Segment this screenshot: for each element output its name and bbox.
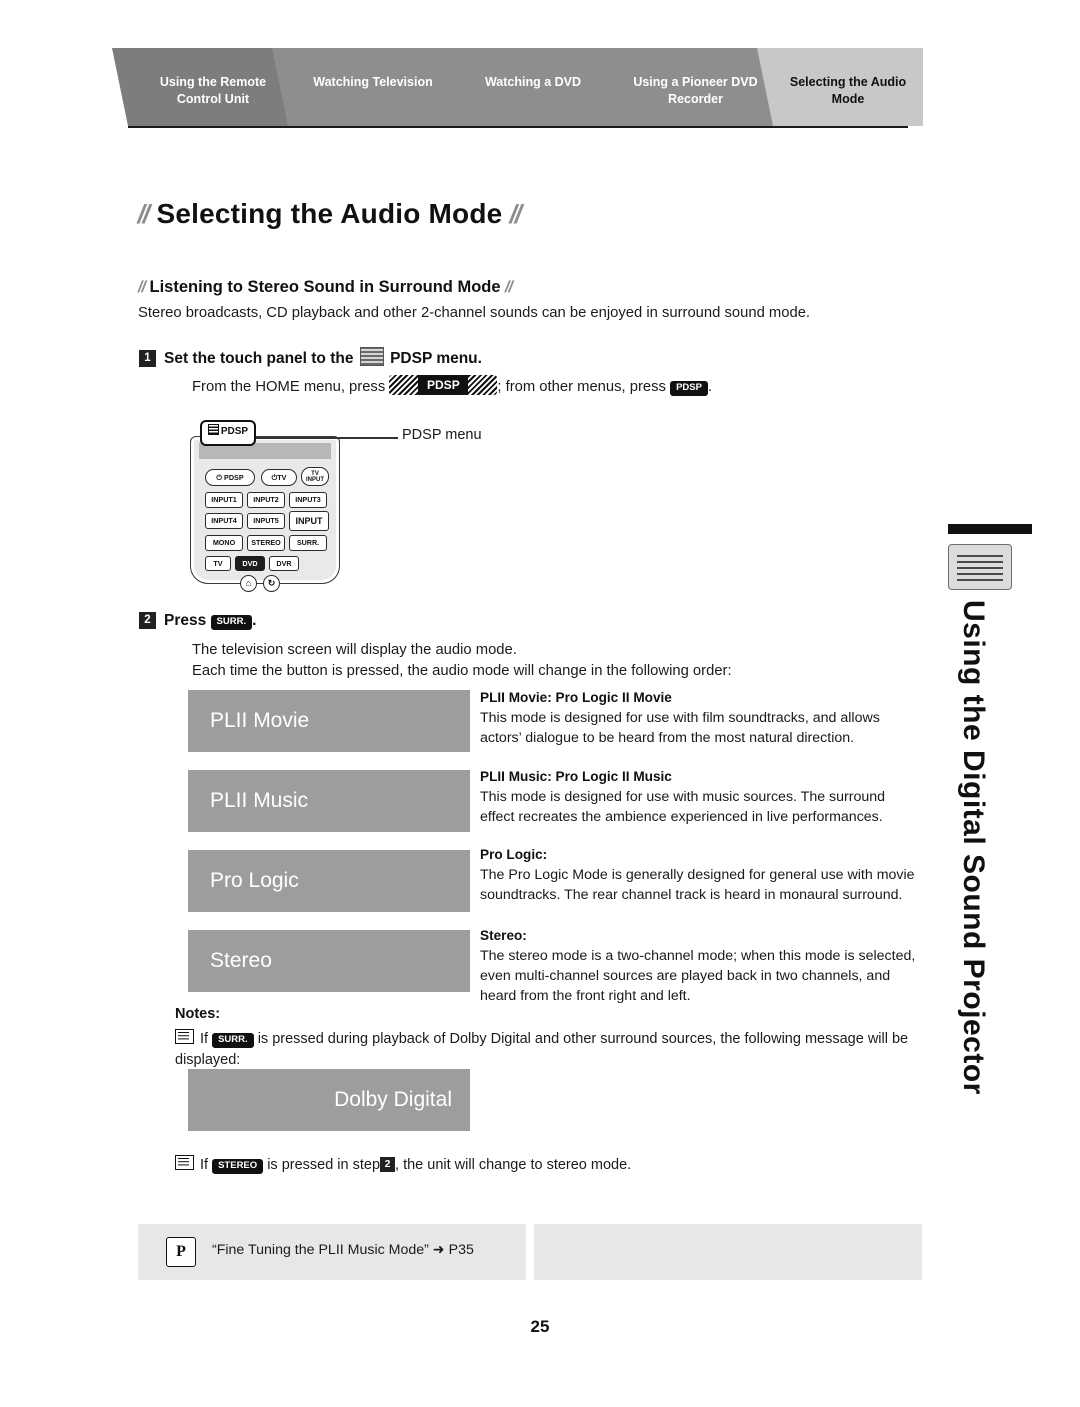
- remote-button-dvr[interactable]: DVR: [269, 556, 299, 571]
- intro-paragraph: Stereo broadcasts, CD playback and other…: [138, 305, 811, 321]
- pdsp-icon: [359, 347, 384, 366]
- remote-pdsp-tab-label: PDSP: [220, 426, 249, 437]
- slash-ornament-left: //: [136, 279, 147, 296]
- reference-box-2: [534, 1224, 922, 1280]
- note-icon: [175, 1029, 194, 1044]
- side-chapter-title: Using the Digital Sound Projector: [957, 600, 990, 1095]
- page-number: 25: [530, 1317, 550, 1336]
- mode-desc-heading-plii-movie: PLII Movie: Pro Logic II Movie: [480, 690, 672, 705]
- remote-button-input2[interactable]: INPUT2: [247, 492, 285, 508]
- remote-button-pdsp[interactable]: ⏻ PDSP: [205, 469, 255, 486]
- section-subheading: // Listening to Stereo Sound in Surround…: [136, 278, 514, 297]
- mode-block-plii-movie: PLII Movie: [188, 690, 470, 752]
- step-2-body-line1: The television screen will display the a…: [192, 642, 517, 658]
- remote-button-input3[interactable]: INPUT3: [289, 492, 327, 508]
- mode-desc-body-plii-music: This mode is designed for use with music…: [480, 789, 886, 826]
- slash-ornament-right: //: [507, 199, 525, 229]
- slash-ornament-left: //: [134, 199, 152, 229]
- step-2-heading-before: Press: [164, 612, 207, 629]
- step-1-body-part2: ; from other menus, press: [497, 379, 666, 395]
- remote-button-input1[interactable]: INPUT1: [205, 492, 243, 508]
- tab-label-line2: Mode: [831, 91, 865, 106]
- note-2-after: , the unit will change to stereo mode.: [395, 1157, 632, 1173]
- remote-pdsp-tab[interactable]: PDSP: [200, 420, 256, 446]
- note-1: If SURR. is pressed during playback of D…: [175, 1029, 920, 1071]
- remote-button-input5[interactable]: INPUT5: [247, 513, 285, 529]
- step-1-body: From the HOME menu, press PDSP ; from oth…: [192, 375, 892, 398]
- mode-desc-body-pro-logic: The Pro Logic Mode is generally designed…: [480, 867, 915, 904]
- note-2-before: If: [200, 1157, 209, 1173]
- step-2-heading-after: .: [252, 612, 257, 629]
- step-number-badge: 2: [139, 612, 156, 629]
- step-number-badge-inline: 2: [380, 1157, 396, 1172]
- mode-desc-heading-plii-music: PLII Music: Pro Logic II Music: [480, 769, 672, 784]
- slash-ornament-right: //: [503, 279, 514, 296]
- step-1-heading: 1 Set the touch panel to the PDSP menu.: [139, 347, 482, 368]
- pdsp-tab-icon: [207, 424, 219, 435]
- remote-button-tv[interactable]: ⏻TV: [261, 469, 297, 486]
- step-2-body-line2: Each time the button is pressed, the aud…: [192, 663, 732, 680]
- dolby-digital-message-block: Dolby Digital: [188, 1069, 470, 1131]
- step-1-body-part1: From the HOME menu, press: [192, 379, 386, 395]
- remote-button-input4[interactable]: INPUT4: [205, 513, 243, 529]
- mode-block-plii-music: PLII Music: [188, 770, 470, 832]
- note-1-before: If: [200, 1031, 209, 1047]
- mode-desc-body-plii-movie: This mode is designed for use with film …: [480, 710, 880, 747]
- mode-block-stereo: Stereo: [188, 930, 470, 992]
- page-reference-icon: P: [166, 1237, 196, 1267]
- surr-key-icon: SURR.: [212, 1033, 254, 1048]
- page-title-text: Selecting the Audio Mode: [156, 198, 503, 229]
- step-number-badge: 1: [139, 350, 156, 367]
- remote-button-home-icon[interactable]: ⌂: [240, 575, 257, 592]
- remote-body: ⏻ PDSP ⏻TV TV INPUT INPUT1 INPUT2 INPUT3 …: [190, 436, 340, 592]
- page-title: // Selecting the Audio Mode //: [134, 198, 525, 230]
- remote-button-mono[interactable]: MONO: [205, 535, 243, 551]
- step-1-heading-after: PDSP menu.: [390, 350, 482, 367]
- notes-label: Notes:: [175, 1006, 221, 1022]
- mode-desc-heading-pro-logic: Pro Logic:: [480, 847, 548, 862]
- step-1-heading-before: Set the touch panel to the: [164, 350, 354, 367]
- mode-block-pro-logic: Pro Logic: [188, 850, 470, 912]
- tab-selecting-the-audio-mode[interactable]: Selecting the Audio Mode: [757, 48, 923, 126]
- remote-control-illustration: ⏻ PDSP ⏻TV TV INPUT INPUT1 INPUT2 INPUT3 …: [190, 420, 340, 592]
- step-2-body: The television screen will display the a…: [192, 640, 912, 683]
- pdsp-key-icon: PDSP: [670, 381, 708, 396]
- note-1-after: is pressed during playback of Dolby Digi…: [175, 1031, 909, 1069]
- tab-skew-edge: [592, 48, 608, 126]
- note-2: If STEREO is pressed in step 2, the unit …: [175, 1155, 920, 1176]
- remote-button-tv-source[interactable]: TV: [205, 556, 231, 571]
- step-1-body-part3: .: [707, 379, 713, 395]
- projector-icon-grid: [957, 553, 1003, 581]
- projector-icon: [948, 544, 1012, 590]
- step-2-heading: 2 Press SURR..: [139, 612, 256, 630]
- mode-desc-heading-stereo: Stereo:: [480, 928, 527, 943]
- reference-text-1: “Fine Tuning the PLII Music Mode” ➜ P35: [212, 1242, 474, 1258]
- note-2-mid: is pressed in step: [267, 1157, 381, 1173]
- remote-button-input[interactable]: INPUT: [289, 511, 329, 531]
- section-subheading-text: Listening to Stereo Sound in Surround Mo…: [149, 278, 501, 296]
- remote-button-surr[interactable]: SURR.: [289, 535, 327, 551]
- remote-button-dvd[interactable]: DVD: [235, 556, 265, 571]
- pdsp-hatched-key-icon: PDSP: [389, 375, 498, 395]
- surr-key-icon: SURR.: [210, 615, 253, 630]
- tab-skew-edge: [432, 48, 448, 126]
- tab-skew-edge: [112, 48, 128, 126]
- note-icon: [175, 1155, 194, 1170]
- pdsp-callout-line: [248, 437, 398, 439]
- tab-skew-edge: [272, 48, 288, 126]
- pdsp-callout-label: PDSP menu: [402, 427, 482, 443]
- chapter-tabbar: Using the Remote Control Unit Watching T…: [112, 48, 924, 130]
- tab-label-line1: Selecting the Audio: [789, 75, 907, 89]
- tab-skew-edge: [757, 48, 773, 126]
- side-rule: [948, 524, 1032, 534]
- pdsp-hatched-key-label: PDSP: [418, 375, 469, 395]
- remote-button-stereo[interactable]: STEREO: [247, 535, 285, 551]
- stereo-key-icon: STEREO: [212, 1159, 264, 1174]
- reference-box-1[interactable]: P “Fine Tuning the PLII Music Mode” ➜ P3…: [138, 1224, 526, 1280]
- remote-button-return-icon[interactable]: ↻: [263, 575, 280, 592]
- remote-button-tv-input[interactable]: TV INPUT: [301, 467, 329, 486]
- mode-desc-body-stereo: The stereo mode is a two-channel mode; w…: [480, 948, 916, 1005]
